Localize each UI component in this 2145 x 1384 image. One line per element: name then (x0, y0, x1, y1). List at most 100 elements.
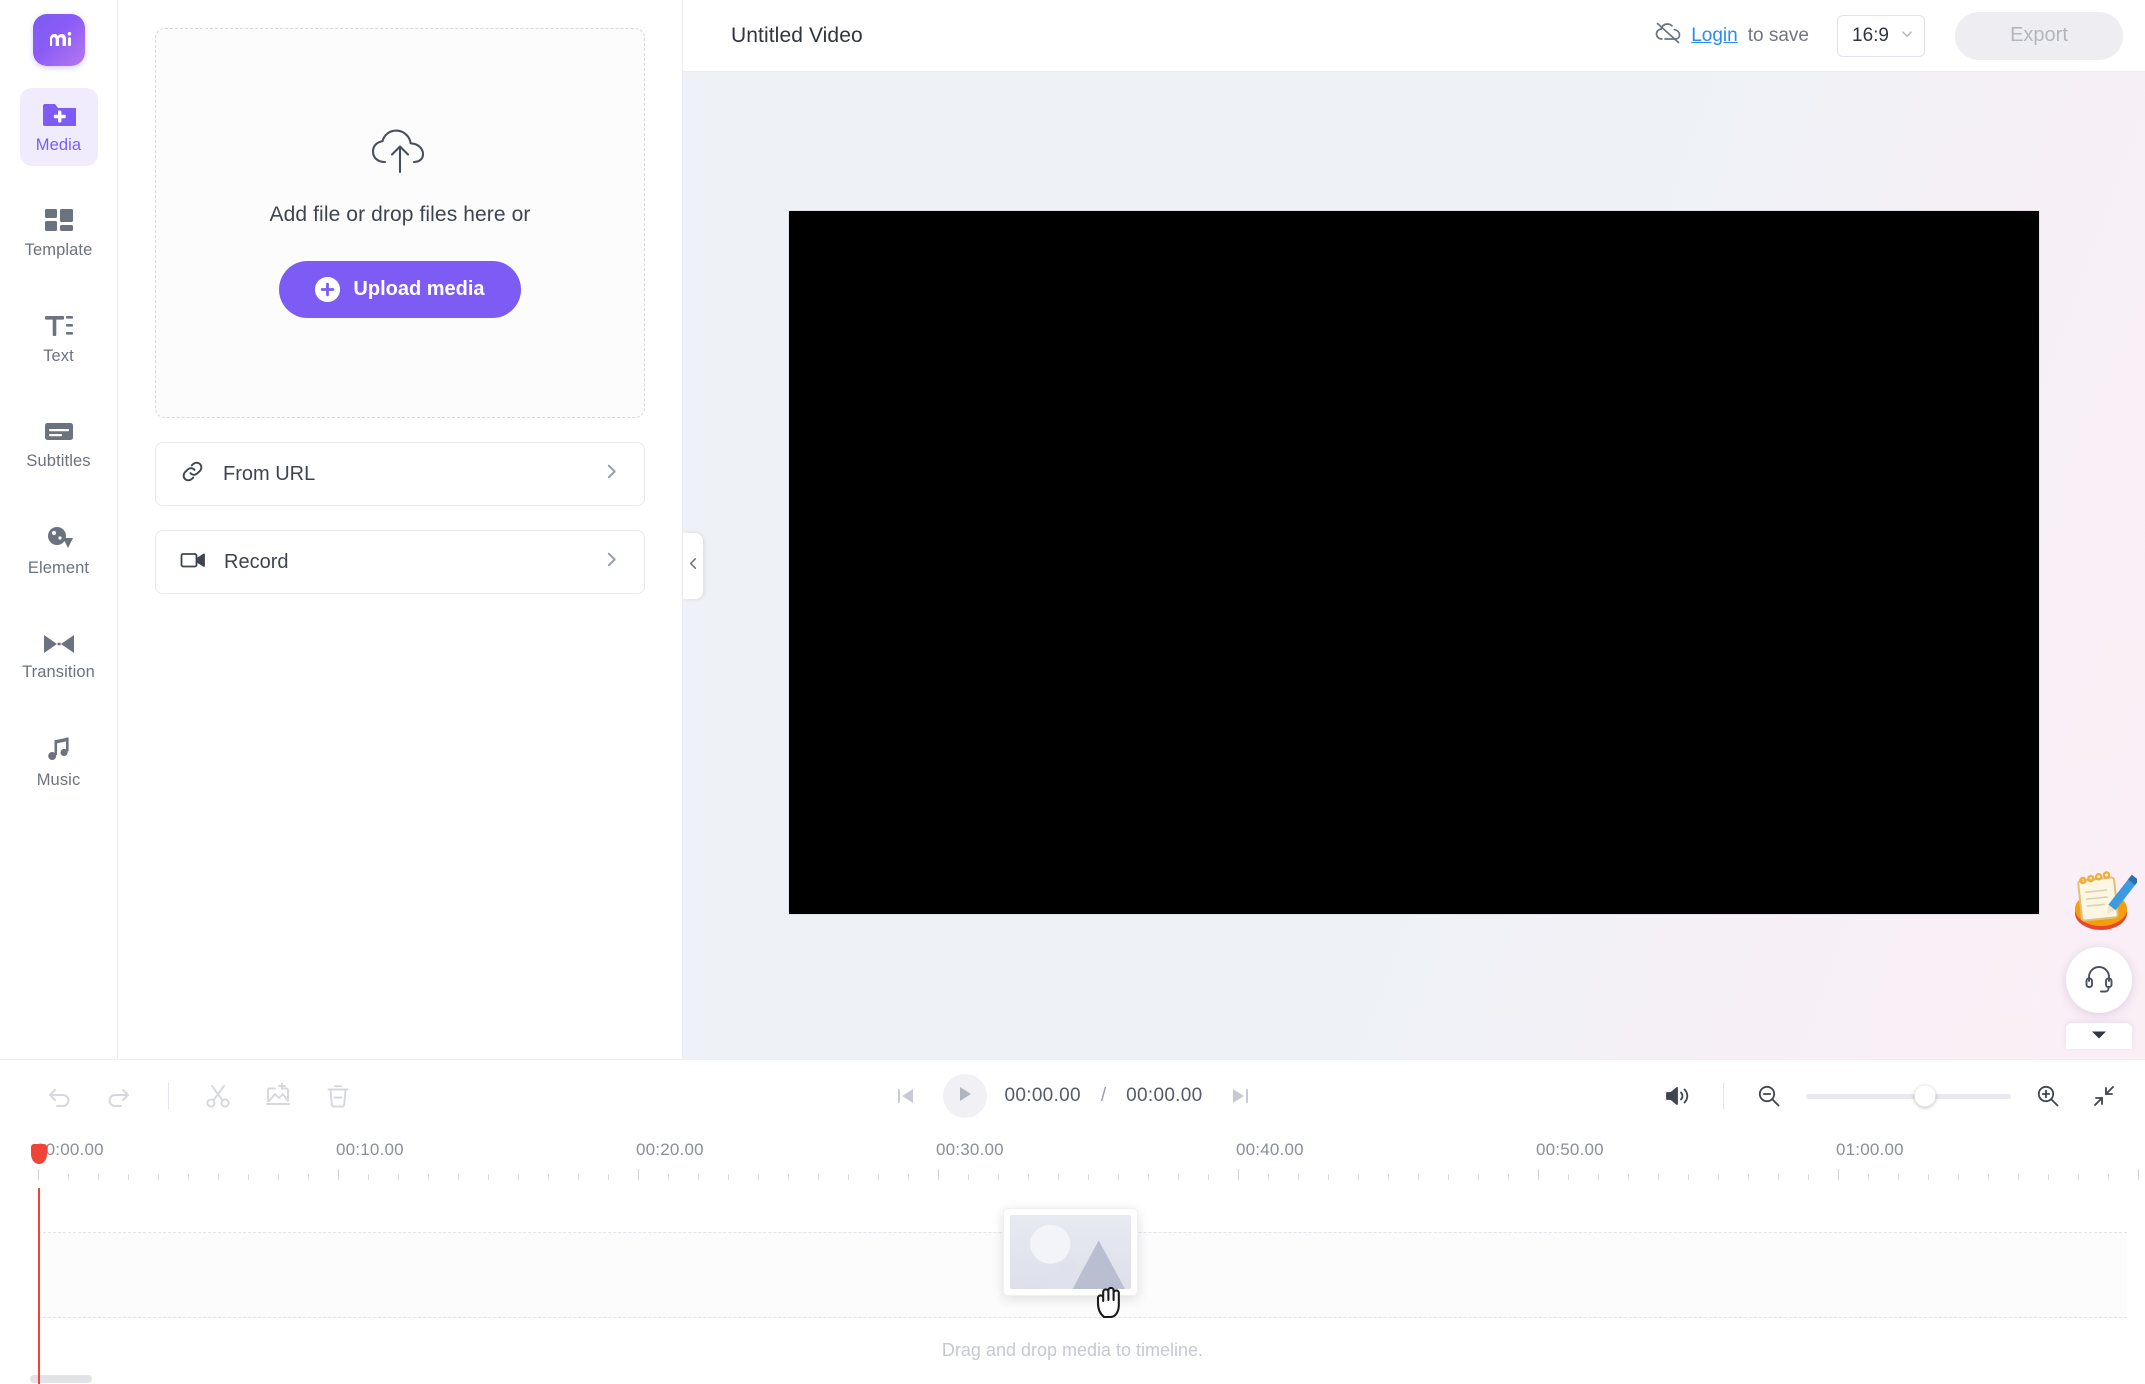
support-button[interactable] (2066, 947, 2132, 1013)
add-media-button[interactable] (259, 1077, 297, 1115)
link-icon (180, 459, 205, 489)
left-nav-rail: Media Template Text Subtitles Element Tr… (0, 0, 118, 1059)
ruler-tick (68, 1174, 69, 1180)
play-icon (956, 1085, 974, 1108)
video-preview-canvas[interactable] (789, 211, 2039, 914)
ruler-tick (1448, 1174, 1449, 1180)
ruler-tick (308, 1174, 309, 1180)
ruler-tick (1148, 1174, 1149, 1180)
ruler-tick (1238, 1169, 1239, 1180)
ruler-tick (1388, 1174, 1389, 1180)
ruler-tick (428, 1174, 429, 1180)
floating-widgets (2061, 865, 2139, 1049)
ruler-tick (1808, 1174, 1809, 1180)
ruler-tick (1358, 1174, 1359, 1180)
ruler-tick (1778, 1174, 1779, 1180)
ruler-tick (1328, 1174, 1329, 1180)
from-url-label: From URL (223, 462, 316, 485)
sidebar-item-template[interactable]: Template (20, 194, 98, 272)
ruler-time-label: 00:40.00 (1236, 1140, 1304, 1159)
ruler-tick (1688, 1174, 1689, 1180)
sidebar-item-text[interactable]: Text (20, 300, 98, 378)
ruler-tick (1298, 1174, 1299, 1180)
notepad-pencil-icon[interactable] (2061, 865, 2139, 937)
timeline-ruler[interactable]: 00:00.00 00:10.00 00:20.00 00:30.00 00:40.00… (0, 1132, 2145, 1188)
play-button[interactable] (942, 1074, 987, 1118)
skip-previous-button[interactable] (887, 1077, 925, 1115)
ruler-tick (1508, 1174, 1509, 1180)
timeline-view-tools (1659, 1077, 2123, 1115)
collapse-panel-handle[interactable] (683, 532, 703, 599)
sidebar-item-label: Element (27, 559, 90, 577)
ruler-tick (1748, 1174, 1749, 1180)
ruler-tick (458, 1174, 459, 1180)
ruler-tick (158, 1174, 159, 1180)
ruler-tick (548, 1174, 549, 1180)
video-camera-icon (180, 549, 206, 576)
collapse-down-button[interactable] (2066, 1023, 2132, 1049)
sidebar-item-element[interactable]: Element (20, 512, 98, 590)
playhead[interactable] (31, 1144, 47, 1384)
redo-button[interactable] (100, 1077, 138, 1115)
sidebar-item-label: Subtitles (26, 452, 91, 470)
ruler-tick (1058, 1174, 1059, 1180)
ruler-time-label: 01:00.00 (1836, 1140, 1904, 1159)
transport-controls: 00:00.00 / 00:00.00 (887, 1074, 1259, 1118)
preview-stage (683, 72, 2145, 1059)
login-link[interactable]: Login (1691, 25, 1738, 47)
ruler-tick (2108, 1174, 2109, 1180)
ruler-tick (38, 1169, 39, 1180)
split-button[interactable] (199, 1077, 237, 1115)
sidebar-item-transition[interactable]: Transition (20, 618, 98, 696)
ruler-tick (1838, 1169, 1839, 1180)
sidebar-item-subtitles[interactable]: Subtitles (20, 406, 98, 484)
dropzone-text: Add file or drop files here or (269, 203, 531, 226)
transition-icon (42, 632, 76, 656)
export-button[interactable]: Export (1955, 11, 2123, 60)
ruler-tick (1658, 1174, 1659, 1180)
toolbar-divider (168, 1083, 169, 1109)
from-url-button[interactable]: From URL (155, 442, 645, 506)
sidebar-item-label: Music (36, 771, 81, 789)
zoom-out-button[interactable] (1750, 1077, 1788, 1115)
ruler-tick (1118, 1174, 1119, 1180)
ruler-tick (848, 1174, 849, 1180)
ruler-tick (1718, 1174, 1719, 1180)
image-placeholder-icon (1010, 1215, 1131, 1289)
sidebar-item-label: Transition (22, 663, 95, 681)
total-time: 00:00.00 (1126, 1085, 1203, 1106)
cloud-upload-icon (369, 128, 431, 181)
ruler-tick (608, 1174, 609, 1180)
ruler-tick (398, 1174, 399, 1180)
playhead-knob[interactable] (31, 1144, 47, 1164)
sidebar-item-media[interactable]: Media (19, 88, 98, 166)
top-region: Media Template Text Subtitles Element Tr… (0, 0, 2145, 1059)
save-suffix-label: to save (1747, 24, 1809, 46)
toolbar-divider (1723, 1083, 1724, 1109)
ruler-tick (698, 1174, 699, 1180)
record-button[interactable]: Record (155, 530, 645, 594)
undo-button[interactable] (40, 1077, 78, 1115)
ruler-tick (998, 1174, 999, 1180)
fit-timeline-button[interactable] (2085, 1077, 2123, 1115)
ruler-tick (1178, 1174, 1179, 1180)
sidebar-item-label: Media (35, 136, 82, 154)
upload-media-button[interactable]: Upload media (279, 261, 521, 318)
aspect-ratio-select[interactable]: 16:9 (1837, 14, 1925, 57)
sidebar-item-music[interactable]: Music (20, 724, 98, 802)
page-title[interactable]: Untitled Video (731, 24, 1639, 48)
folder-plus-icon (42, 99, 76, 129)
media-dropzone[interactable]: Add file or drop files here or Upload me… (155, 28, 645, 418)
chevron-right-icon (603, 463, 620, 485)
ruler-tick (1628, 1174, 1629, 1180)
skip-next-button[interactable] (1221, 1077, 1259, 1115)
zoom-in-button[interactable] (2029, 1077, 2067, 1115)
zoom-slider[interactable] (1806, 1085, 2011, 1107)
ruler-tick (878, 1174, 879, 1180)
ruler-time-label: 00:20.00 (636, 1140, 704, 1159)
volume-button[interactable] (1659, 1077, 1697, 1115)
app-logo[interactable] (32, 14, 85, 66)
ruler-tick (1028, 1174, 1029, 1180)
delete-button[interactable] (319, 1077, 357, 1115)
zoom-slider-knob[interactable] (1914, 1085, 1936, 1107)
